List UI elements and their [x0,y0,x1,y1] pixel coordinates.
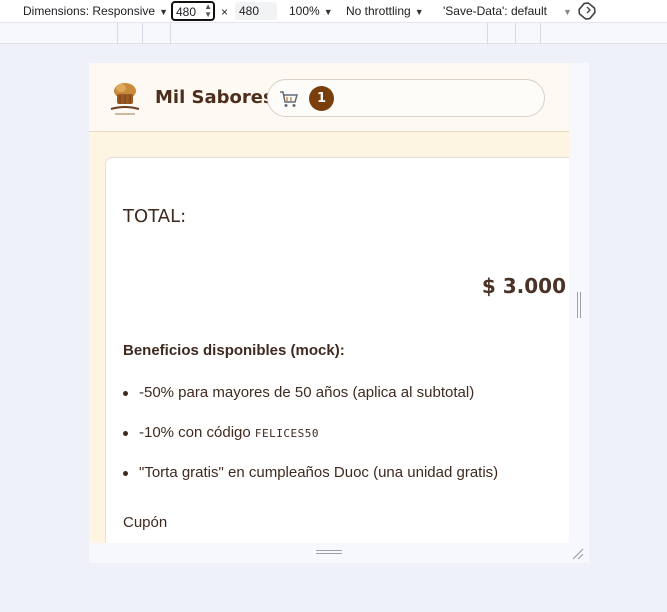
grip-icon [316,550,342,554]
total-label: TOTAL: [123,206,187,227]
chevron-down-icon: ▼ [414,7,424,17]
coupon-code: FELICES50 [254,427,320,440]
zoom-dropdown[interactable]: 100% ▼ [289,4,333,18]
benefit-birthday: "Torta gratis" en cumpleaños Duoc (una u… [123,464,498,504]
benefits-list: -50% para mayores de 50 años (aplica al … [123,384,498,504]
benefits-title: Beneficios disponibles (mock): [123,342,345,359]
cart-icon [280,91,298,107]
throttling-dropdown[interactable]: No throttling ▼ [346,4,424,18]
right-resize-handle[interactable] [569,63,589,543]
benefit-coupon: -10% con código FELICES50 [123,424,498,464]
brand-name[interactable]: Mil Sabores [155,87,274,108]
app-header: Mil Sabores 1 [89,63,569,132]
dimensions-dropdown[interactable]: Dimensions: Responsive ▼ [23,4,168,18]
bakery-logo-icon[interactable] [107,79,143,117]
cart-summary-card: TOTAL: $ 3.000 Beneficios disponibles (m… [105,157,569,543]
width-input[interactable]: 480 ▲ ▼ [171,1,215,21]
chevron-down-icon: ▼ [562,7,572,17]
rotate-icon[interactable] [577,1,597,21]
spinner-icon[interactable]: ▲ ▼ [204,3,212,19]
cart-button[interactable]: 1 [267,79,545,117]
chevron-down-icon: ▼ [323,7,333,17]
corner-resize-icon[interactable] [572,548,584,560]
coupon-label: Cupón [123,514,168,531]
device-viewport: Mil Sabores 1 TOTAL: $ 3.000 Beneficios … [89,63,569,543]
device-ruler [0,22,667,44]
total-amount: $ 3.000 [481,274,566,298]
bottom-resize-handle[interactable] [89,543,589,563]
devtools-toolbar: Dimensions: Responsive ▼ 480 ▲ ▼ × 480 100%… [0,0,667,22]
zoom-label: 100% [289,4,320,18]
width-value: 480 [176,5,197,19]
dimensions-label: Dimensions: Responsive [23,4,156,18]
benefit-senior: -50% para mayores de 50 años (aplica al … [123,384,498,424]
total-value: $ 3.000 [482,274,566,298]
save-data-dropdown[interactable]: 'Save-Data': default ▼ [443,4,572,18]
grip-icon [577,292,581,318]
save-data-label: 'Save-Data': default [443,4,547,18]
throttling-label: No throttling [346,4,411,18]
times-sign: × [221,5,229,19]
chevron-down-icon: ▼ [159,7,168,17]
height-input[interactable]: 480 [235,2,277,20]
height-value: 480 [239,4,260,18]
cart-count-badge: 1 [309,86,334,111]
